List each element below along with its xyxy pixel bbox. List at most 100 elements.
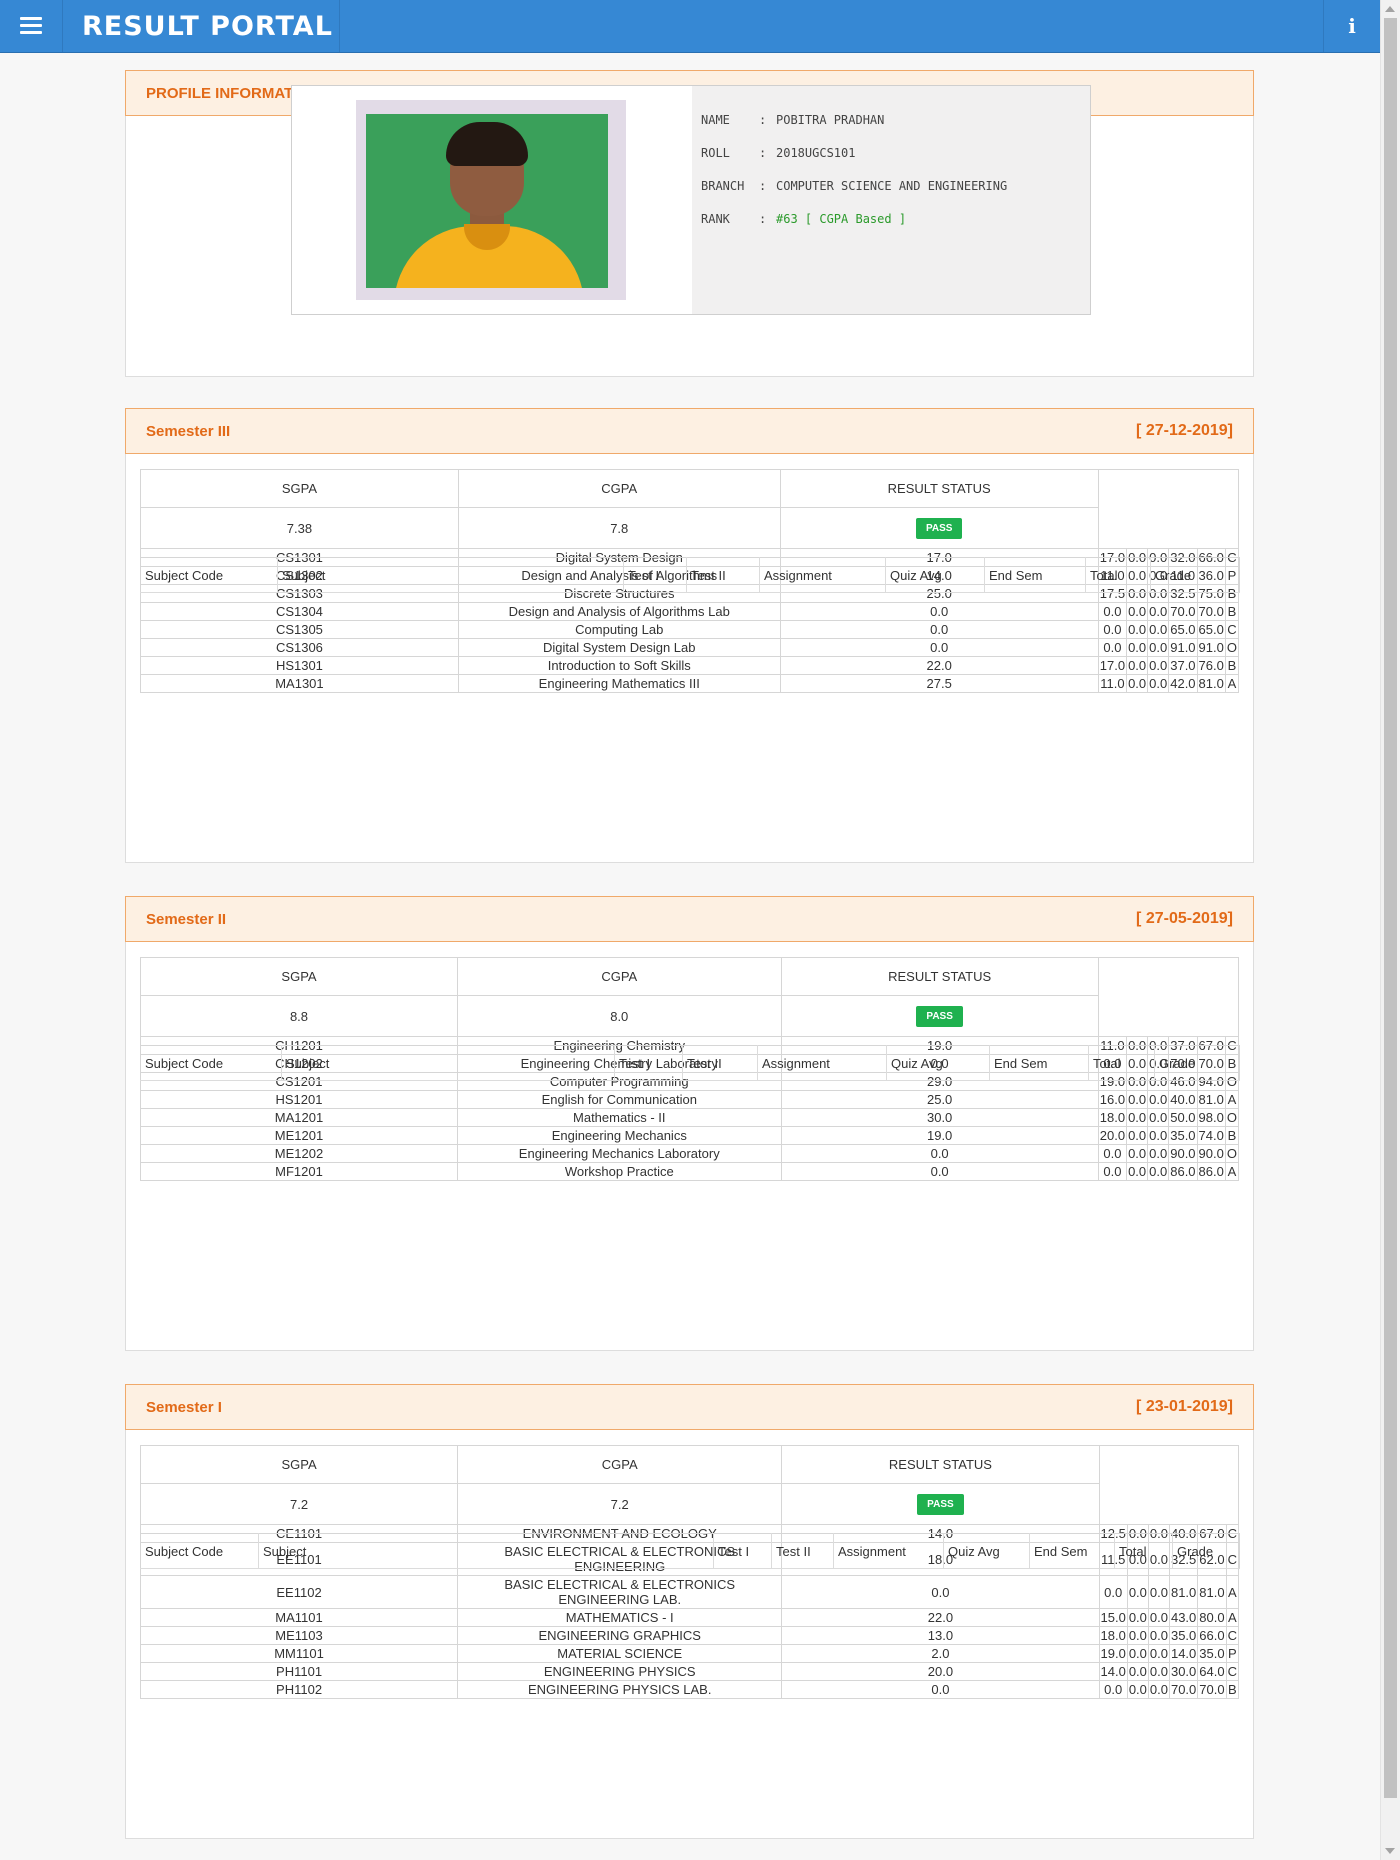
total-cell: 81.0 — [1197, 1575, 1227, 1609]
result-status-header: RESULT STATUS — [779, 469, 1099, 508]
table-row: MA1301 Engineering Mathematics III 27.5 11.… — [140, 674, 1240, 693]
test-1-cell: 0.0 — [781, 1575, 1100, 1609]
total-cell: 64.0 — [1197, 1662, 1227, 1681]
end-sem-cell: 50.0 — [1168, 1108, 1198, 1127]
end-sem-header: End Sem — [989, 1045, 1089, 1081]
end-sem-cell: 30.0 — [1168, 1662, 1199, 1681]
subject-code-cell: MA1301 — [140, 674, 459, 693]
total-cell: 81.0 — [1196, 1090, 1226, 1109]
assignment-cell: 0.0 — [1126, 1680, 1149, 1699]
profile-panel: PROFILE INFORMATION NAME: POBITRA PRADHAN… — [125, 70, 1254, 377]
assignment-cell: 0.0 — [1126, 602, 1149, 621]
grade-cell: O — [1224, 1144, 1240, 1163]
subject-code-cell: ME1201 — [140, 1126, 458, 1145]
test-1-cell: 13.0 — [781, 1626, 1100, 1645]
hamburger-menu-icon[interactable] — [0, 0, 63, 52]
end-sem-cell: 37.0 — [1168, 656, 1198, 675]
test-1-cell: 2.0 — [781, 1644, 1100, 1663]
semester-title: Semester III — [146, 422, 231, 440]
profile-card: NAME: POBITRA PRADHAN ROLL:2018UGCS101 BR… — [291, 85, 1091, 315]
quiz-avg-cell: 0.0 — [1147, 1575, 1170, 1609]
quiz-avg-cell: 0.0 — [1147, 602, 1170, 621]
end-sem-cell: 65.0 — [1168, 620, 1198, 639]
quiz-avg-cell: 0.0 — [1147, 1626, 1170, 1645]
app-title[interactable]: RESULT PORTAL — [70, 0, 340, 52]
scrollbar-thumb[interactable] — [1384, 18, 1397, 1798]
test-1-cell: 0.0 — [779, 638, 1099, 657]
marks-table-header-row: Subject Code Subject Test I Test II Assignme… — [140, 1045, 1240, 1081]
subject-name-cell: Design and Analysis of Algorithms Lab — [457, 602, 781, 621]
test-1-header: Test I — [713, 1533, 772, 1569]
subject-code-cell: HS1201 — [140, 1090, 458, 1109]
subject-code-cell: HS1301 — [140, 656, 459, 675]
total-cell: 80.0 — [1197, 1608, 1227, 1627]
end-sem-cell: 43.0 — [1168, 1608, 1199, 1627]
quiz-avg-cell: 0.0 — [1147, 674, 1170, 693]
grade-cell: O — [1224, 638, 1240, 657]
info-icon[interactable]: i — [1323, 0, 1380, 52]
subject-name-cell: MATHEMATICS - I — [457, 1608, 783, 1627]
end-sem-header: End Sem — [1029, 1533, 1115, 1569]
cgpa-value: 7.8 — [457, 507, 781, 549]
assignment-header: Assignment — [833, 1533, 944, 1569]
table-row: ME1103 ENGINEERING GRAPHICS 13.0 18.0 0.0 0.0… — [139, 1626, 1240, 1645]
grade-cell: B — [1224, 1126, 1240, 1145]
scroll-down-arrow-icon[interactable] — [1385, 1848, 1395, 1854]
semester-date: [ 27-12-2019] — [1136, 422, 1233, 439]
branch-name: COMPUTER SCIENCE AND ENGINEERING — [776, 179, 1008, 193]
grade-cell: B — [1225, 1680, 1240, 1699]
test-1-cell: 27.5 — [779, 674, 1099, 693]
semester-panel-1: Semester III [ 27-12-2019] SGPA CGPA RES… — [125, 408, 1254, 863]
quiz-avg-cell: 0.0 — [1147, 1644, 1170, 1663]
total-cell: 98.0 — [1196, 1108, 1226, 1127]
profile-branch-row: BRANCH: COMPUTER SCIENCE AND ENGINEERING — [701, 179, 1008, 193]
quiz-avg-header: Quiz Avg — [943, 1533, 1030, 1569]
table-row: MF1201 Workshop Practice 0.0 0.0 0.0 0.0 86.0 8… — [140, 1162, 1240, 1181]
end-sem-cell: 35.0 — [1168, 1126, 1198, 1145]
table-row: EE1102 BASIC ELECTRICAL & ELECTRONICS ENG… — [139, 1575, 1240, 1609]
profile-name-row: NAME: POBITRA PRADHAN — [701, 113, 885, 127]
subject-code-cell: CS1304 — [140, 602, 459, 621]
cgpa-header: CGPA — [457, 1445, 783, 1484]
end-sem-cell: 81.0 — [1168, 1575, 1199, 1609]
subject-code-cell: PH1102 — [139, 1680, 459, 1699]
scroll-up-arrow-icon[interactable] — [1385, 6, 1395, 12]
table-row: CS1304 Design and Analysis of Algorithms … — [140, 602, 1240, 621]
rank-value: #63 [ CGPA Based ] — [776, 212, 907, 226]
grade-cell: A — [1225, 1608, 1240, 1627]
subject-name-cell: ENGINEERING PHYSICS LAB. — [457, 1680, 783, 1699]
total-cell: 35.0 — [1197, 1644, 1227, 1663]
result-status-cell: PASS — [779, 507, 1099, 549]
grade-header: Grade — [1172, 1533, 1240, 1569]
subject-code-header: Subject Code — [140, 1045, 282, 1081]
grade-header: Grade — [1150, 557, 1240, 593]
quiz-avg-cell: 0.0 — [1147, 1162, 1170, 1181]
test-2-cell: 0.0 — [1097, 1162, 1128, 1181]
assignment-cell: 0.0 — [1126, 1575, 1149, 1609]
total-cell: 76.0 — [1196, 656, 1226, 675]
quiz-avg-cell: 0.0 — [1147, 1108, 1170, 1127]
subject-code-cell: EE1102 — [139, 1575, 459, 1609]
pass-badge[interactable]: PASS — [917, 1493, 964, 1515]
test-2-cell: 11.0 — [1097, 674, 1128, 693]
assignment-cell: 0.0 — [1126, 1644, 1149, 1663]
assignment-cell: 0.0 — [1126, 1108, 1149, 1127]
sgpa-value: 7.2 — [139, 1483, 459, 1525]
semester-panel-header: Semester I [ 23-01-2019] — [125, 1384, 1254, 1430]
grade-cell: C — [1225, 1662, 1240, 1681]
page-scrollbar[interactable] — [1380, 0, 1400, 1860]
pass-badge[interactable]: PASS — [915, 517, 963, 539]
cgpa-header: CGPA — [457, 469, 781, 508]
marks-table-header-row: Subject Code Subject Test I Test II Assignme… — [140, 557, 1240, 593]
subject-code-cell: MF1201 — [140, 1162, 458, 1181]
test-2-cell: 0.0 — [1098, 1680, 1128, 1699]
subject-header: Subject — [281, 1045, 615, 1081]
assignment-cell: 0.0 — [1126, 1126, 1149, 1145]
semester-date: [ 23-01-2019] — [1136, 1398, 1233, 1415]
profile-rank-row: RANK: #63 [ CGPA Based ] — [701, 212, 907, 226]
student-photo — [356, 100, 626, 300]
marks-table: Subject Code Subject Test I Test II Assignme… — [140, 1045, 1240, 1081]
assignment-cell: 0.0 — [1126, 1626, 1149, 1645]
subject-name-cell: Engineering Mechanics — [457, 1126, 782, 1145]
pass-badge[interactable]: PASS — [916, 1005, 963, 1027]
